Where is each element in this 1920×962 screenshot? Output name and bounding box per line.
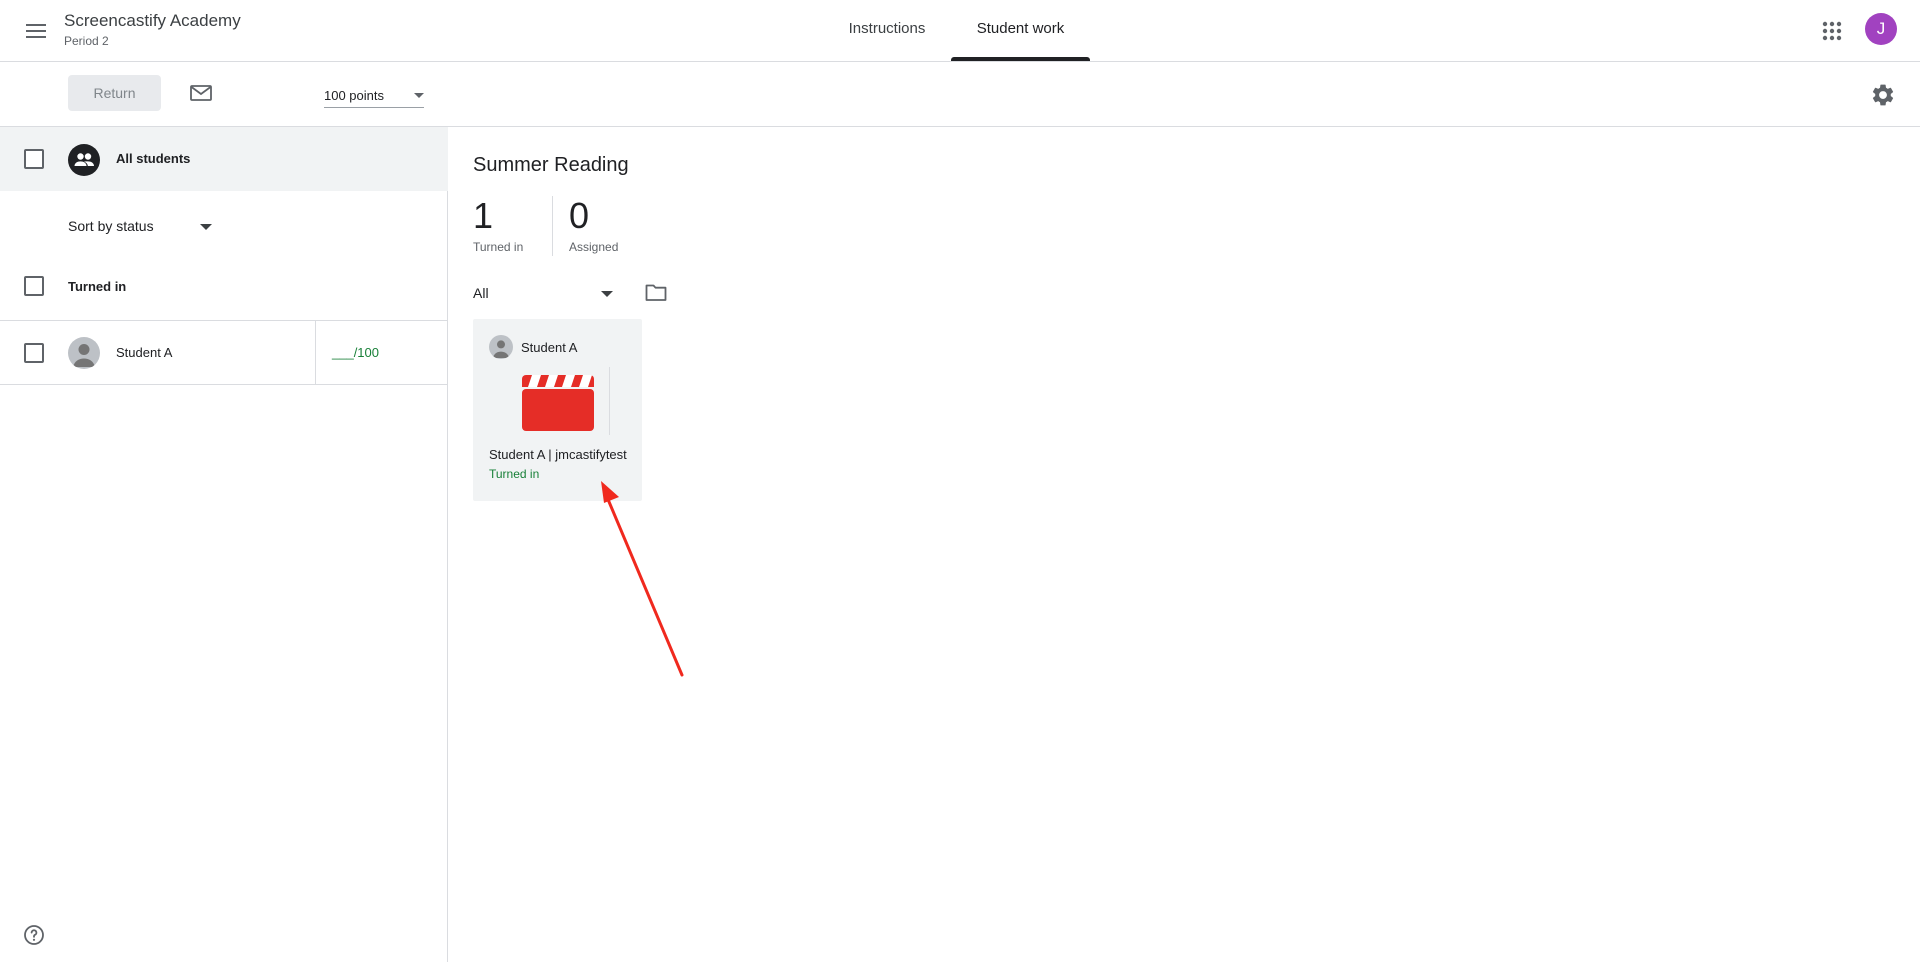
group-heading-turned-in: Turned in [68, 279, 127, 294]
active-tab-indicator [951, 57, 1090, 61]
grade-divider [315, 321, 316, 385]
stat-turned-in: 1 Turned in [473, 195, 524, 255]
help-circle-icon[interactable] [22, 923, 46, 947]
top-app-bar: Screencastify Academy Period 2 Instructi… [0, 0, 1920, 62]
stat-assigned-label: Assigned [569, 240, 619, 254]
filter-value: All [473, 285, 489, 301]
tab-instructions-label: Instructions [848, 20, 926, 37]
folder-icon[interactable] [644, 281, 668, 303]
student-avatar [489, 335, 513, 359]
video-clapperboard-icon [522, 375, 594, 431]
tab-student-work[interactable]: Student work [951, 0, 1090, 61]
class-section: Period 2 [64, 34, 109, 48]
stat-assigned: 0 Assigned [569, 195, 619, 255]
sort-label: Sort by status [68, 218, 154, 234]
submission-card[interactable]: Student A Student A | jmcastifytest Turn… [473, 319, 642, 501]
sort-dropdown[interactable]: Sort by status [68, 215, 216, 239]
mail-icon[interactable] [188, 81, 214, 105]
card-student-name: Student A [521, 340, 578, 355]
tab-student-work-label: Student work [976, 20, 1065, 37]
stat-turned-in-label: Turned in [473, 240, 524, 254]
dropdown-arrow-icon [200, 224, 212, 230]
grade-input[interactable]: ___/100 [332, 345, 379, 360]
return-button[interactable]: Return [68, 75, 161, 111]
submission-filter-dropdown[interactable]: All [473, 282, 613, 306]
dropdown-arrow-icon [414, 93, 424, 98]
thumbnail-divider [609, 367, 610, 435]
google-apps-icon[interactable] [1818, 17, 1846, 45]
assignment-title: Summer Reading [473, 154, 629, 176]
class-name[interactable]: Screencastify Academy [64, 11, 241, 31]
student-row[interactable]: Student A ___/100 [0, 320, 448, 385]
all-students-checkbox[interactable] [24, 149, 44, 169]
student-checkbox[interactable] [24, 343, 44, 363]
hamburger-menu-icon[interactable] [22, 17, 50, 45]
attachment-file-name[interactable]: Student A | jmcastifytest [489, 447, 631, 462]
stat-divider [552, 196, 553, 256]
settings-gear-icon[interactable] [1870, 82, 1896, 108]
grading-toolbar: Return 100 points [0, 62, 1920, 127]
people-group-icon [68, 144, 100, 176]
assignment-overview: Summer Reading 1 Turned in 0 Assigned Al… [449, 127, 1920, 962]
all-students-label: All students [116, 151, 191, 166]
student-name: Student A [116, 345, 173, 360]
account-avatar[interactable]: J [1865, 13, 1897, 45]
student-roster-panel: All students Sort by status Turned in St… [0, 127, 448, 962]
dropdown-arrow-icon [601, 291, 613, 297]
submission-status: Turned in [489, 467, 540, 481]
all-students-row[interactable]: All students [0, 127, 448, 191]
turned-in-group-checkbox[interactable] [24, 276, 44, 296]
stat-assigned-value: 0 [569, 195, 590, 236]
tab-instructions[interactable]: Instructions [836, 0, 938, 61]
stat-turned-in-value: 1 [473, 195, 494, 236]
points-value: 100 points [324, 88, 384, 103]
points-dropdown[interactable]: 100 points [324, 82, 424, 108]
student-avatar [68, 337, 100, 369]
